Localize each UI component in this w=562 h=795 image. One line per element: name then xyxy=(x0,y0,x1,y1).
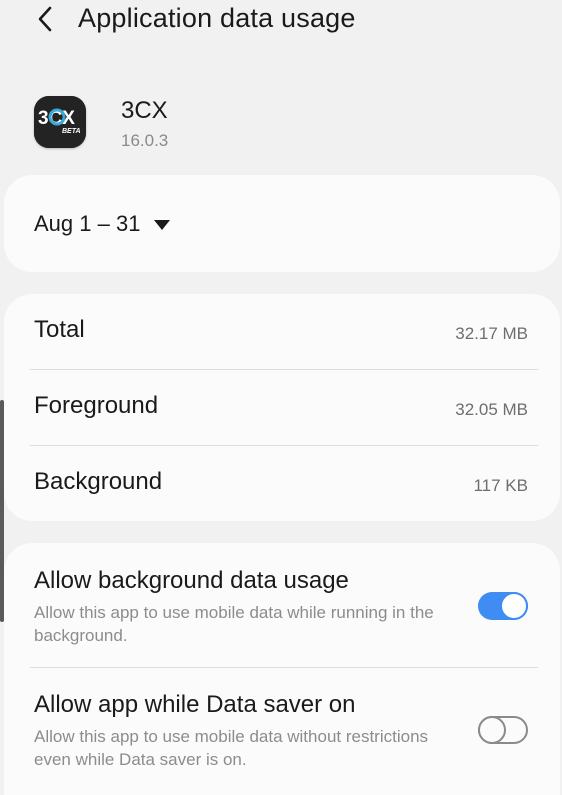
settings-card: Allow background data usage Allow this a… xyxy=(4,543,560,795)
page-title: Application data usage xyxy=(78,3,356,33)
app-logo-icon: 3CX BETA xyxy=(34,96,86,148)
usage-foreground-value: 32.05 MB xyxy=(455,400,528,419)
app-info: 3CX BETA 3CX 16.0.3 xyxy=(34,96,534,156)
app-logo-badge: BETA xyxy=(62,128,81,135)
usage-background-value: 117 KB xyxy=(473,476,528,495)
toggle-knob xyxy=(500,592,528,620)
app-name: 3CX xyxy=(121,97,168,124)
usage-background-label: Background xyxy=(34,468,163,495)
usage-foreground-label: Foreground xyxy=(34,392,159,419)
data-saver-toggle[interactable] xyxy=(478,716,528,744)
toggle-knob xyxy=(478,716,506,744)
back-arrow-icon xyxy=(38,6,52,32)
setting-background-data-title: Allow background data usage xyxy=(34,567,349,594)
date-range-card: Aug 1 – 31 xyxy=(4,175,560,272)
usage-row-foreground: Foreground 32.05 MB xyxy=(34,370,530,446)
setting-data-saver-title: Allow app while Data saver on xyxy=(34,691,356,718)
setting-data-saver[interactable]: Allow app while Data saver on Allow this… xyxy=(34,691,534,795)
date-range-label: Aug 1 – 31 xyxy=(34,211,141,236)
usage-card: Total 32.17 MB Foreground 32.05 MB Backg… xyxy=(4,294,560,521)
setting-background-data-description: Allow this app to use mobile data while … xyxy=(34,603,434,645)
divider xyxy=(30,667,538,668)
app-version: 16.0.3 xyxy=(121,131,169,150)
setting-data-saver-description: Allow this app to use mobile data withou… xyxy=(34,727,429,769)
usage-total-label: Total xyxy=(34,316,85,343)
usage-total-value: 32.17 MB xyxy=(455,324,528,343)
dropdown-triangle-icon xyxy=(154,220,171,230)
app-bar: Application data usage xyxy=(0,0,562,40)
setting-background-data[interactable]: Allow background data usage Allow this a… xyxy=(34,567,534,677)
usage-row-background: Background 117 KB xyxy=(34,446,530,522)
date-range-selector[interactable]: Aug 1 – 31 xyxy=(34,211,171,237)
background-data-toggle[interactable] xyxy=(478,592,528,620)
usage-row-total: Total 32.17 MB xyxy=(34,294,530,370)
back-button[interactable] xyxy=(30,2,60,36)
